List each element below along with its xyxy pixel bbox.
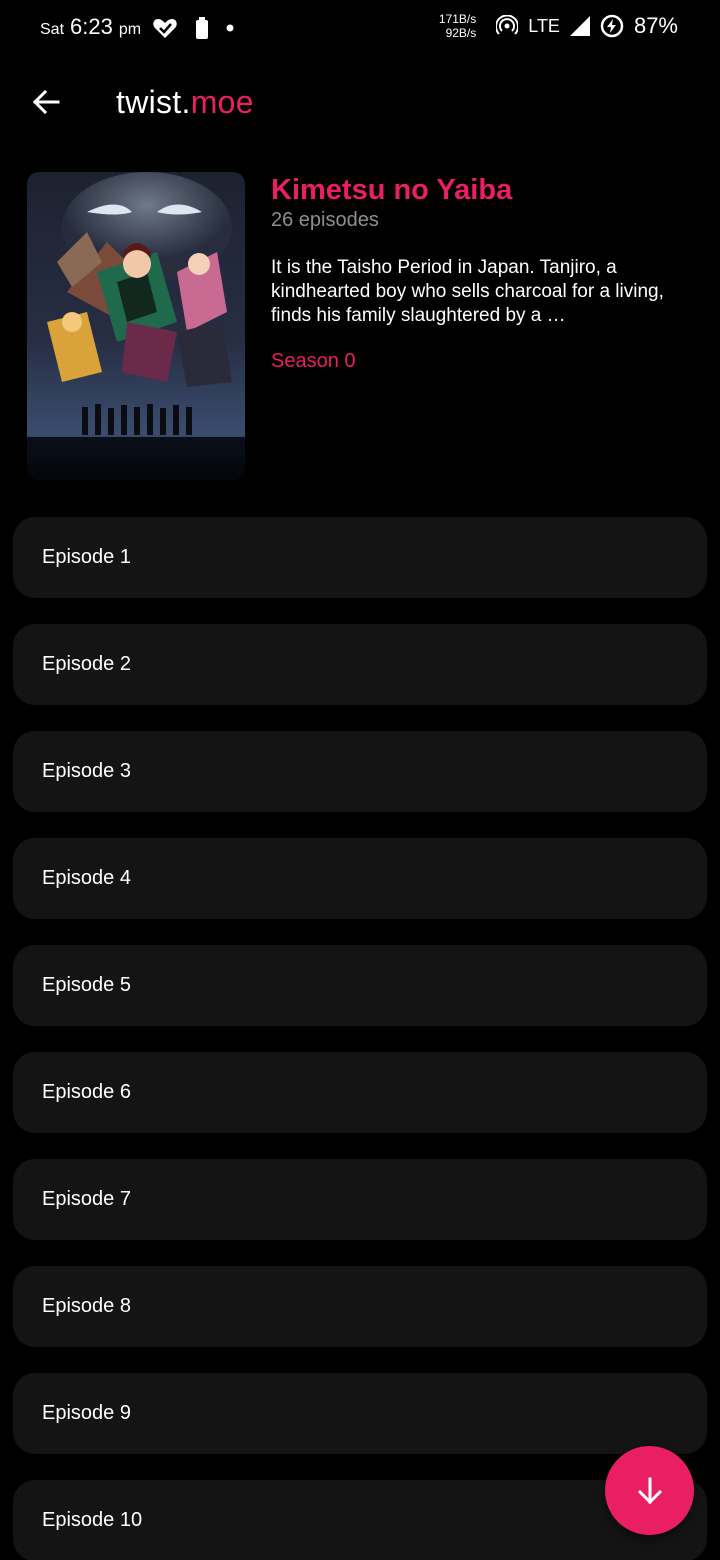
status-ampm: pm — [118, 21, 142, 38]
episode-item[interactable]: Episode 6 — [13, 1052, 707, 1133]
scroll-down-button[interactable] — [605, 1446, 694, 1535]
status-notification-icons — [152, 16, 234, 40]
app-title-accent: moe — [190, 84, 254, 120]
episode-item[interactable]: Episode 7 — [13, 1159, 707, 1240]
episode-count: 26 episodes — [271, 209, 379, 231]
network-speed: 171B/s 92B/s — [439, 12, 476, 40]
episode-item[interactable]: Episode 5 — [13, 945, 707, 1026]
back-button[interactable] — [26, 82, 66, 122]
hotspot-icon — [496, 15, 519, 35]
battery-percent: 87% — [633, 13, 678, 38]
episode-item[interactable]: Episode 3 — [13, 731, 707, 812]
net-up-speed: 171B/s — [438, 12, 477, 26]
episode-list: Episode 1 Episode 2 Episode 3 Episode 4 … — [13, 517, 707, 1560]
episode-item[interactable]: Episode 10 — [13, 1480, 707, 1560]
anime-synopsis: It is the Taisho Period in Japan. Tanjir… — [271, 257, 664, 326]
app-title-main: twist. — [116, 84, 191, 120]
anime-info: Kimetsu no Yaiba 26 episodes It is the T… — [271, 172, 691, 373]
season-selector[interactable]: Season 0 — [271, 350, 691, 373]
status-time: 6:23 — [70, 14, 113, 39]
status-system-icons: 171B/s 92B/s LTE 87% — [439, 12, 678, 40]
episode-item[interactable]: Episode 1 — [13, 517, 707, 598]
anime-title: Kimetsu no Yaiba — [271, 174, 513, 206]
episode-item[interactable]: Episode 8 — [13, 1266, 707, 1347]
anime-poster — [27, 172, 245, 480]
status-clock: Sat 6:23 pm — [40, 14, 141, 40]
dot-icon — [226, 24, 234, 32]
network-type: LTE — [528, 15, 560, 36]
app-title: twist.moe — [116, 84, 254, 121]
episode-item[interactable]: Episode 2 — [13, 624, 707, 705]
status-day: Sat — [40, 21, 65, 38]
battery-saver-icon — [196, 17, 208, 39]
status-bar: Sat 6:23 pm 171B/s 92B/s LTE 87% — [0, 0, 720, 60]
arrow-down-icon — [637, 1477, 662, 1504]
episode-item[interactable]: Episode 9 — [13, 1373, 707, 1454]
screen: Sat 6:23 pm 171B/s 92B/s LTE 87% twist.m… — [0, 0, 720, 1560]
net-down-speed: 92B/s — [445, 26, 477, 40]
signal-icon — [569, 16, 590, 36]
battery-charging-icon — [600, 14, 624, 38]
heart-check-icon — [153, 19, 177, 38]
back-arrow-icon — [32, 89, 60, 115]
episode-item[interactable]: Episode 4 — [13, 838, 707, 919]
app-bar: twist.moe — [0, 70, 720, 134]
